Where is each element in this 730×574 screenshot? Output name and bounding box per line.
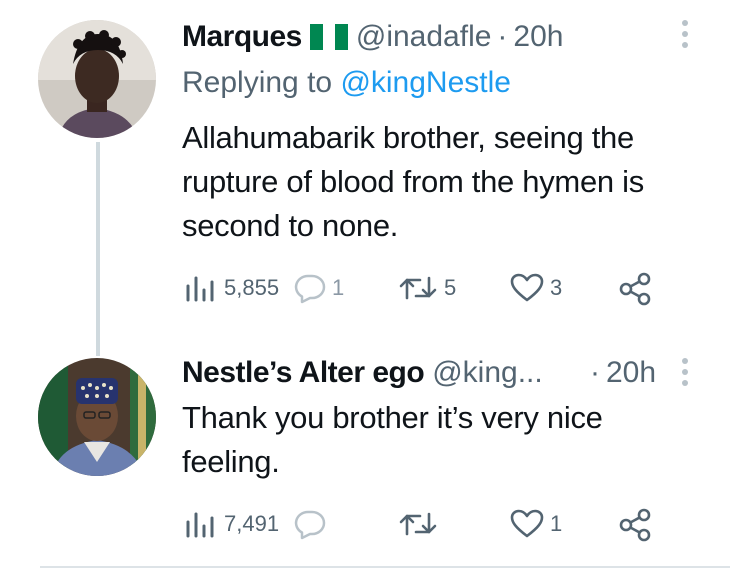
replying-to: Replying to @kingNestle — [182, 66, 511, 100]
tweet-header: Marques @inadafle · 20h — [182, 20, 563, 54]
separator-dot: · — [497, 20, 508, 53]
tweet-time: · 20h — [590, 356, 656, 390]
thread-line — [96, 142, 100, 356]
heart-icon — [510, 509, 544, 538]
retweet-count: 5 — [444, 275, 457, 300]
share-button[interactable] — [618, 508, 652, 542]
more-options-icon[interactable] — [680, 20, 690, 53]
avatar[interactable] — [38, 358, 156, 476]
user-photo-icon — [38, 20, 156, 138]
user-photo-icon — [38, 358, 156, 476]
nigeria-flag-icon — [309, 24, 348, 50]
views-count: 5,855 — [224, 275, 280, 300]
like-button[interactable]: 1 — [510, 508, 562, 540]
reply-count: 1 — [332, 275, 345, 300]
tweet-actions: 5,855 1 5 3 — [184, 272, 664, 308]
views-icon — [186, 512, 214, 538]
tweet-text: Allahumabarik brother, seeing the ruptur… — [182, 120, 644, 243]
tweet-actions: 7,491 1 — [184, 508, 664, 544]
reply-button[interactable]: 1 — [294, 272, 344, 304]
share-button[interactable] — [618, 272, 652, 306]
retweet-button[interactable] — [398, 508, 444, 540]
views-button[interactable]: 5,855 — [184, 272, 279, 304]
like-count: 1 — [550, 511, 563, 536]
more-options-icon[interactable] — [680, 358, 690, 391]
replying-to-label: Replying to — [182, 66, 333, 99]
views-button[interactable]: 7,491 — [184, 508, 279, 540]
reply-button[interactable] — [294, 508, 332, 540]
retweet-icon — [399, 276, 437, 300]
share-icon — [619, 508, 651, 542]
reply-icon — [294, 510, 326, 540]
retweet-icon — [399, 512, 437, 536]
share-icon — [619, 272, 651, 306]
timestamp[interactable]: 20h — [513, 20, 563, 54]
avatar[interactable] — [38, 20, 156, 138]
tweet-header: Nestle’s Alter ego @king... — [182, 356, 543, 390]
heart-icon — [510, 273, 544, 302]
replying-to-handle[interactable]: @kingNestle — [340, 66, 511, 99]
display-name[interactable]: Nestle’s Alter ego — [182, 356, 425, 390]
views-icon — [186, 276, 214, 302]
user-handle[interactable]: @inadafle — [356, 20, 492, 54]
like-button[interactable]: 3 — [510, 272, 562, 304]
retweet-button[interactable]: 5 — [398, 272, 456, 304]
views-count: 7,491 — [224, 511, 280, 536]
like-count: 3 — [550, 275, 563, 300]
separator-dot: · — [590, 356, 600, 389]
display-name[interactable]: Marques — [182, 20, 302, 54]
reply-icon — [294, 274, 326, 304]
timestamp[interactable]: 20h — [606, 356, 656, 390]
divider — [40, 566, 730, 568]
user-handle[interactable]: @king... — [432, 356, 543, 390]
tweet-text: Thank you brother it’s very nice feeling… — [182, 400, 603, 479]
